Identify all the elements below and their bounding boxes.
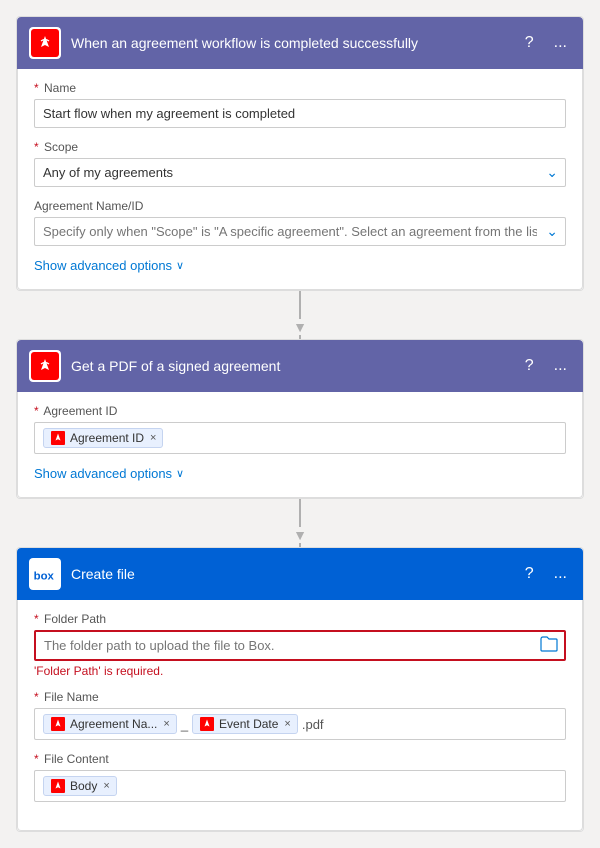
agreement-id-tag-input[interactable]: Agreement ID ×	[34, 422, 566, 454]
arrow-connector-1	[16, 291, 584, 339]
scope-field-label: * Scope	[34, 140, 566, 154]
agreement-name-dropdown-wrapper: ⌄	[34, 217, 566, 246]
box-card-header: box Create file ? ...	[17, 548, 583, 600]
agreement-id-tag-icon	[50, 430, 66, 446]
svg-text:box: box	[34, 570, 55, 582]
file-name-tag1-icon	[50, 716, 66, 732]
arrow-connector-2	[16, 499, 584, 547]
scope-dropdown[interactable]: Any of my agreements	[34, 158, 566, 187]
folder-browse-icon[interactable]	[540, 636, 558, 656]
file-name-tag-input[interactable]: Agreement Na... × _ Event Date × .pdf	[34, 708, 566, 740]
agreement-id-tag: Agreement ID ×	[43, 428, 163, 448]
file-name-agreement-tag: Agreement Na... ×	[43, 714, 177, 734]
pdf-adobe-sign-icon	[31, 352, 59, 380]
file-content-required-asterisk: *	[34, 752, 39, 766]
box-more-button[interactable]: ...	[550, 564, 571, 584]
file-name-field-label: * File Name	[34, 690, 566, 704]
scope-field-group: * Scope Any of my agreements ⌄	[34, 140, 566, 187]
adobe-sign-icon	[31, 29, 59, 57]
box-card-title: Create file	[71, 566, 521, 582]
folder-path-field-group: * Folder Path 'Folder Path' is required.	[34, 612, 566, 678]
pdf-card-title: Get a PDF of a signed agreement	[71, 358, 521, 374]
pdf-advanced-chevron-icon: ∨	[176, 467, 184, 480]
file-name-tag2-icon	[199, 716, 215, 732]
trigger-card-icon	[29, 27, 61, 59]
pdf-help-button[interactable]: ?	[521, 356, 538, 376]
box-card-body: * Folder Path 'Folder Path' is required.…	[17, 600, 583, 831]
pdf-card-header: Get a PDF of a signed agreement ? ...	[17, 340, 583, 392]
file-content-field-label: * File Content	[34, 752, 566, 766]
file-content-tag-icon	[50, 778, 66, 794]
name-input[interactable]	[34, 99, 566, 128]
trigger-show-advanced[interactable]: Show advanced options ∨	[34, 258, 566, 273]
trigger-more-button[interactable]: ...	[550, 33, 571, 53]
file-name-tag1-close[interactable]: ×	[163, 718, 169, 730]
scope-dropdown-wrapper: Any of my agreements ⌄	[34, 158, 566, 187]
box-logo-icon: box	[31, 560, 59, 588]
scope-required-asterisk: *	[34, 140, 39, 154]
trigger-card-actions: ? ...	[521, 33, 571, 53]
agreement-name-field-group: Agreement Name/ID ⌄	[34, 199, 566, 246]
trigger-card-title: When an agreement workflow is completed …	[71, 35, 521, 51]
agreement-name-field-label: Agreement Name/ID	[34, 199, 566, 213]
folder-path-required-asterisk: *	[34, 612, 39, 626]
pdf-card-body: * Agreement ID Agreement ID × Show adva	[17, 392, 583, 498]
name-field-label: * Name	[34, 81, 566, 95]
agreement-id-required-asterisk: *	[34, 404, 39, 418]
agreement-id-tag-close[interactable]: ×	[150, 432, 156, 444]
folder-path-input-wrapper	[34, 630, 566, 661]
file-content-tag-input[interactable]: Body ×	[34, 770, 566, 802]
name-required-asterisk: *	[34, 81, 39, 95]
pdf-card-actions: ? ...	[521, 356, 571, 376]
pdf-card-icon	[29, 350, 61, 382]
agreement-name-input[interactable]	[34, 217, 566, 246]
name-field-group: * Name	[34, 81, 566, 128]
pdf-card: Get a PDF of a signed agreement ? ... * …	[16, 339, 584, 499]
box-card: box Create file ? ... * Folder Path	[16, 547, 584, 832]
folder-path-field-label: * Folder Path	[34, 612, 566, 626]
file-name-event-date-tag: Event Date ×	[192, 714, 298, 734]
box-card-icon: box	[29, 558, 61, 590]
trigger-advanced-chevron-icon: ∨	[176, 259, 184, 272]
file-name-required-asterisk: *	[34, 690, 39, 704]
trigger-card-body: * Name * Scope Any of my agreements ⌄ Ag…	[17, 69, 583, 290]
file-name-tag2-close[interactable]: ×	[284, 718, 290, 730]
file-content-tag-close[interactable]: ×	[103, 780, 109, 792]
folder-path-input[interactable]	[34, 630, 566, 661]
trigger-card-header: When an agreement workflow is completed …	[17, 17, 583, 69]
trigger-help-button[interactable]: ?	[521, 33, 538, 53]
box-card-actions: ? ...	[521, 564, 571, 584]
trigger-card: When an agreement workflow is completed …	[16, 16, 584, 291]
file-content-field-group: * File Content Body ×	[34, 752, 566, 802]
pdf-more-button[interactable]: ...	[550, 356, 571, 376]
pdf-show-advanced[interactable]: Show advanced options ∨	[34, 466, 566, 481]
file-content-body-tag: Body ×	[43, 776, 117, 796]
folder-path-error: 'Folder Path' is required.	[34, 664, 566, 678]
agreement-id-field-group: * Agreement ID Agreement ID ×	[34, 404, 566, 454]
box-help-button[interactable]: ?	[521, 564, 538, 584]
file-name-field-group: * File Name Agreement Na... × _	[34, 690, 566, 740]
agreement-id-field-label: * Agreement ID	[34, 404, 566, 418]
